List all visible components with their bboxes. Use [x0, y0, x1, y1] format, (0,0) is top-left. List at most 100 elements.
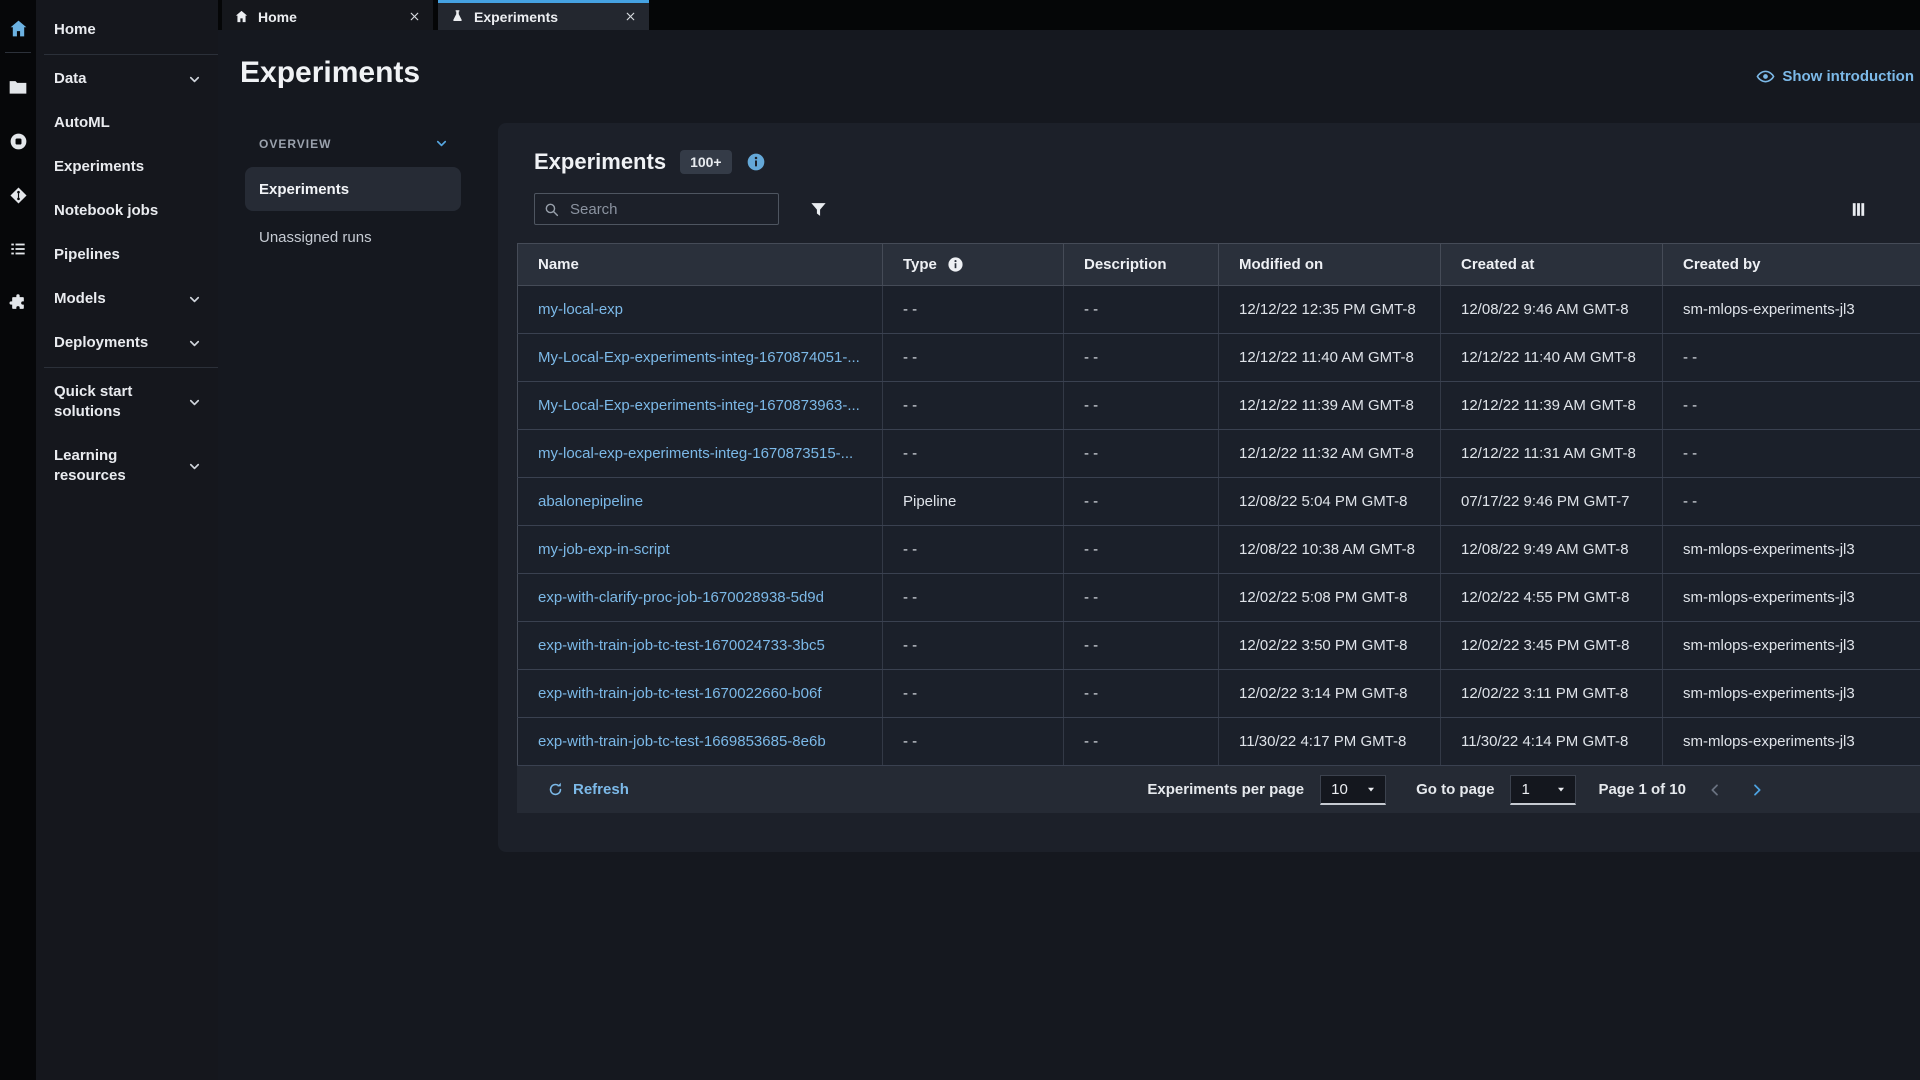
sidebar-item-models[interactable]: Models — [36, 277, 218, 321]
experiment-name-link[interactable]: abalonepipeline — [517, 477, 883, 526]
experiment-name-link[interactable]: my-job-exp-in-script — [517, 525, 883, 574]
sidebar-item-home[interactable]: Home — [36, 8, 218, 52]
info-icon[interactable] — [947, 256, 964, 273]
column-settings-icon[interactable] — [1849, 200, 1868, 219]
column-header-label: Name — [538, 256, 579, 273]
content-area: Experiments Show introduction OVERVIEW E… — [218, 30, 1920, 1080]
table-cell: - - — [1662, 381, 1920, 430]
table-row: my-local-exp - -- -12/12/22 12:35 PM GMT-… — [517, 285, 1920, 334]
goto-page-dropdown[interactable]: 1 — [1510, 774, 1577, 805]
table-row: My-Local-Exp-experiments-integ-167087396… — [517, 381, 1920, 430]
subnav-items: Experiments Unassigned runs — [245, 167, 461, 259]
sidebar-item-deployments[interactable]: Deployments — [36, 321, 218, 365]
overview-section-header[interactable]: OVERVIEW — [245, 136, 461, 151]
experiment-name-link[interactable]: exp-with-train-job-tc-test-1670022660-b0… — [517, 669, 883, 718]
puzzle-icon[interactable] — [0, 285, 36, 321]
table-cell: 12/02/22 3:45 PM GMT-8 — [1440, 621, 1663, 670]
close-icon[interactable] — [408, 10, 421, 23]
refresh-button[interactable]: Refresh — [547, 781, 629, 798]
secondary-nav: OVERVIEW Experiments Unassigned runs — [245, 136, 461, 263]
table-cell: 12/12/22 11:39 AM GMT-8 — [1218, 381, 1441, 430]
experiment-name-link[interactable]: exp-with-clarify-proc-job-1670028938-5d9… — [517, 573, 883, 622]
column-header-type[interactable]: Type — [882, 243, 1064, 286]
tab-label: Home — [258, 8, 297, 25]
goto-page-label: Go to page — [1416, 781, 1495, 798]
sidebar-item-notebook-jobs[interactable]: Notebook jobs — [36, 189, 218, 233]
list-icon[interactable] — [0, 231, 36, 267]
table-row: my-local-exp-experiments-integ-167087351… — [517, 429, 1920, 478]
sidebar-item-data[interactable]: Data — [36, 57, 218, 101]
table-cell: - - — [882, 621, 1064, 670]
sidebar-item-pipelines[interactable]: Pipelines — [36, 233, 218, 277]
column-header-name[interactable]: Name — [517, 243, 883, 286]
previous-page-icon[interactable] — [1702, 782, 1728, 798]
sidebar-item-label: Data — [54, 70, 87, 87]
refresh-icon — [547, 781, 564, 798]
running-circle-icon[interactable] — [0, 123, 36, 159]
caret-down-icon — [1365, 783, 1377, 795]
table-cell: 11/30/22 4:17 PM GMT-8 — [1218, 717, 1441, 766]
sidebar-item-label: Models — [54, 290, 106, 307]
column-header-description[interactable]: Description — [1063, 243, 1219, 286]
table-cell: 12/02/22 3:14 PM GMT-8 — [1218, 669, 1441, 718]
search-input[interactable] — [568, 199, 771, 219]
subnav-item-label: Unassigned runs — [259, 228, 372, 246]
experiment-name-link[interactable]: my-local-exp-experiments-integ-167087351… — [517, 429, 883, 478]
experiment-name-link[interactable]: My-Local-Exp-experiments-integ-167087396… — [517, 381, 883, 430]
folder-icon[interactable] — [0, 69, 36, 105]
table-cell: 11/30/22 4:14 PM GMT-8 — [1440, 717, 1663, 766]
table-row: my-job-exp-in-script - -- -12/08/22 10:38… — [517, 525, 1920, 574]
caret-down-icon — [1555, 783, 1567, 795]
column-header-created-by[interactable]: Created by — [1662, 243, 1920, 286]
sidebar-item-automl[interactable]: AutoML — [36, 101, 218, 145]
tab-home[interactable]: Home — [222, 0, 433, 30]
sidebar-item-label: Experiments — [54, 158, 145, 175]
experiment-name-link[interactable]: my-local-exp — [517, 285, 883, 334]
table-cell: - - — [1063, 285, 1219, 334]
table-cell: - - — [882, 333, 1064, 382]
sidebar-item-quick-start-solutions[interactable]: Quick start solutions — [36, 370, 218, 434]
chevron-down-icon — [187, 72, 202, 87]
sidebar-item-experiments[interactable]: Experiments — [36, 145, 218, 189]
sidebar-item-learning-resources[interactable]: Learning resources — [36, 434, 218, 498]
table-cell: sm-mlops-experiments-jl3 — [1662, 525, 1920, 574]
table-cell: - - — [1063, 621, 1219, 670]
git-icon[interactable] — [0, 177, 36, 213]
filter-icon[interactable] — [809, 200, 828, 219]
chevron-down-icon — [187, 459, 202, 474]
experiment-name-link[interactable]: exp-with-train-job-tc-test-1669853685-8e… — [517, 717, 883, 766]
tab-experiments[interactable]: Experiments — [438, 0, 649, 30]
goto-page-value: 1 — [1521, 780, 1530, 798]
subnav-item-unassigned-runs[interactable]: Unassigned runs — [245, 215, 461, 259]
subnav-item-experiments[interactable]: Experiments — [245, 167, 461, 211]
table-cell: - - — [882, 669, 1064, 718]
next-page-icon[interactable] — [1744, 782, 1770, 798]
table-cell: 12/02/22 3:11 PM GMT-8 — [1440, 669, 1663, 718]
page-status: Page 1 of 10 — [1598, 781, 1686, 798]
column-header-modified-on[interactable]: Modified on — [1218, 243, 1441, 286]
table-cell: 12/12/22 11:32 AM GMT-8 — [1218, 429, 1441, 478]
table-cell: 07/17/22 9:46 PM GMT-7 — [1440, 477, 1663, 526]
experiment-name-link[interactable]: exp-with-train-job-tc-test-1670024733-3b… — [517, 621, 883, 670]
experiment-name-link[interactable]: My-Local-Exp-experiments-integ-167087405… — [517, 333, 883, 382]
tab-label: Experiments — [474, 8, 559, 25]
table-cell: - - — [1063, 333, 1219, 382]
experiments-panel: Experiments 100+ NameT — [498, 123, 1920, 852]
overview-section-label: OVERVIEW — [259, 136, 332, 151]
table-cell: 12/08/22 5:04 PM GMT-8 — [1218, 477, 1441, 526]
table-cell: - - — [882, 573, 1064, 622]
per-page-dropdown[interactable]: 10 — [1320, 774, 1387, 805]
info-icon[interactable] — [746, 152, 766, 172]
close-icon[interactable] — [624, 10, 637, 23]
sidebar: Home Data AutoML Experiments Notebook jobs Pi… — [36, 0, 218, 1080]
table-cell: sm-mlops-experiments-jl3 — [1662, 717, 1920, 766]
home-icon[interactable] — [0, 10, 36, 46]
column-header-label: Type — [903, 256, 937, 273]
table-cell: 12/12/22 11:40 AM GMT-8 — [1440, 333, 1663, 382]
sidebar-item-label: Quick start solutions — [54, 383, 133, 420]
sidebar-divider — [44, 54, 218, 55]
table-cell: - - — [882, 285, 1064, 334]
show-introduction-button[interactable]: Show introduction — [1756, 67, 1914, 86]
column-header-created-at[interactable]: Created at — [1440, 243, 1663, 286]
table-cell: 12/02/22 5:08 PM GMT-8 — [1218, 573, 1441, 622]
